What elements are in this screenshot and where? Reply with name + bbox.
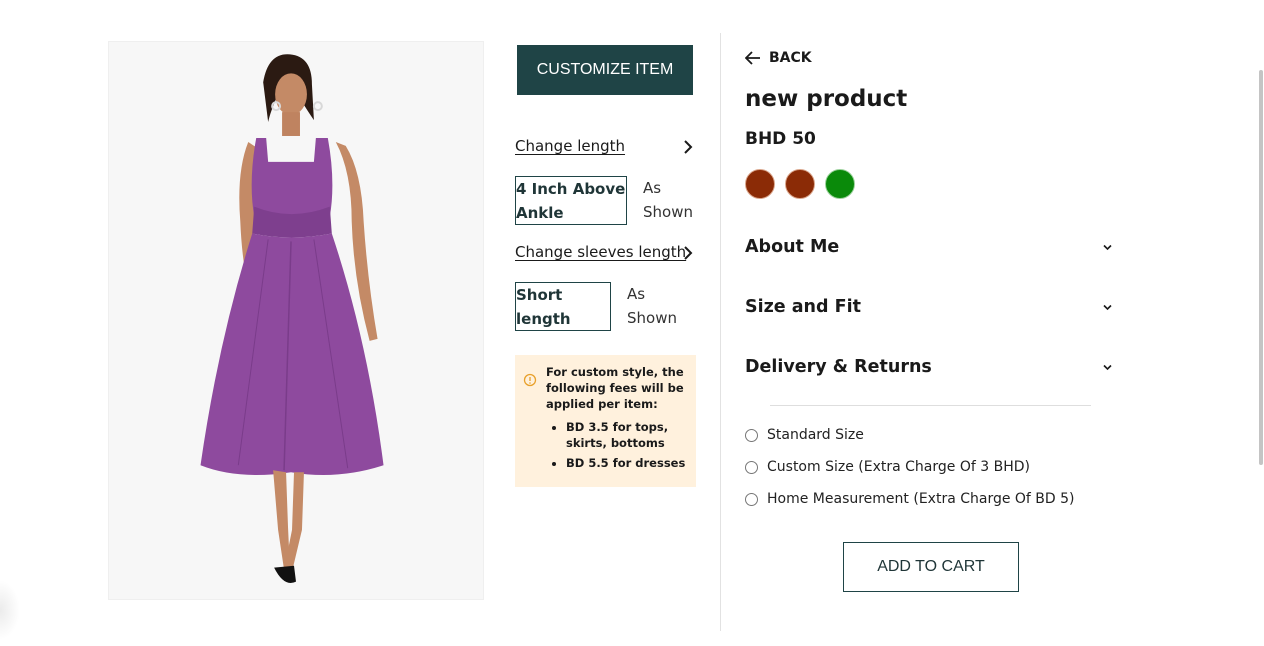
accordion-size-fit[interactable]: Size and Fit bbox=[745, 297, 861, 317]
change-length-link[interactable]: Change length bbox=[515, 137, 625, 155]
color-swatch[interactable] bbox=[745, 169, 775, 199]
product-title: new product bbox=[745, 86, 908, 112]
radio-button[interactable] bbox=[745, 460, 758, 474]
size-option-label: Standard Size bbox=[767, 427, 864, 443]
size-option-standard[interactable]: Standard Size bbox=[745, 427, 864, 443]
accordion-delivery-returns[interactable]: Delivery & Returns bbox=[745, 357, 932, 377]
radio-button[interactable] bbox=[745, 428, 758, 442]
product-price: BHD 50 bbox=[745, 129, 816, 149]
length-note: As Shown bbox=[643, 179, 693, 221]
chevron-down-icon[interactable] bbox=[1101, 241, 1114, 254]
color-swatch[interactable] bbox=[785, 169, 815, 199]
section-divider bbox=[770, 405, 1091, 406]
product-image bbox=[108, 41, 484, 600]
length-selected-option[interactable]: 4 Inch Above Ankle bbox=[515, 176, 627, 225]
length-selected-label: 4 Inch Above Ankle bbox=[516, 180, 626, 222]
customize-item-button[interactable]: CUSTOMIZE ITEM bbox=[517, 45, 693, 95]
size-option-label: Home Measurement (Extra Charge Of BD 5) bbox=[767, 491, 1075, 507]
scrollbar[interactable] bbox=[1259, 70, 1263, 465]
color-swatch[interactable] bbox=[825, 169, 855, 199]
chevron-right-icon[interactable] bbox=[680, 139, 696, 155]
change-sleeves-link[interactable]: Change sleeves length bbox=[515, 243, 686, 261]
back-label: BACK bbox=[769, 50, 812, 66]
size-option-label: Custom Size (Extra Charge Of 3 BHD) bbox=[767, 459, 1030, 475]
size-option-custom[interactable]: Custom Size (Extra Charge Of 3 BHD) bbox=[745, 459, 1030, 475]
back-button[interactable]: BACK bbox=[745, 50, 812, 66]
fee-item: BD 5.5 for dresses bbox=[566, 455, 691, 471]
fee-item: BD 3.5 for tops, skirts, bottoms bbox=[566, 419, 691, 451]
chevron-down-icon[interactable] bbox=[1101, 361, 1114, 374]
fee-intro-text: For custom style, the following fees wil… bbox=[546, 365, 684, 411]
chevron-down-icon[interactable] bbox=[1101, 301, 1114, 314]
arrow-left-icon bbox=[745, 51, 760, 65]
sleeves-selected-label: Short length bbox=[516, 286, 571, 328]
fee-list: BD 3.5 for tops, skirts, bottoms BD 5.5 … bbox=[546, 419, 691, 475]
radio-button[interactable] bbox=[745, 492, 758, 506]
size-option-home-measurement[interactable]: Home Measurement (Extra Charge Of BD 5) bbox=[745, 491, 1075, 507]
model-photo bbox=[200, 54, 384, 583]
edge-shadow bbox=[0, 580, 20, 640]
sleeves-selected-option[interactable]: Short length bbox=[515, 282, 611, 331]
column-divider bbox=[720, 33, 721, 631]
add-to-cart-button[interactable]: ADD TO CART bbox=[843, 542, 1019, 592]
accordion-about-me[interactable]: About Me bbox=[745, 237, 839, 257]
sleeves-note: As Shown bbox=[627, 285, 677, 327]
info-icon bbox=[523, 373, 537, 387]
chevron-right-icon[interactable] bbox=[680, 245, 696, 261]
custom-fee-notice: For custom style, the following fees wil… bbox=[515, 355, 696, 487]
